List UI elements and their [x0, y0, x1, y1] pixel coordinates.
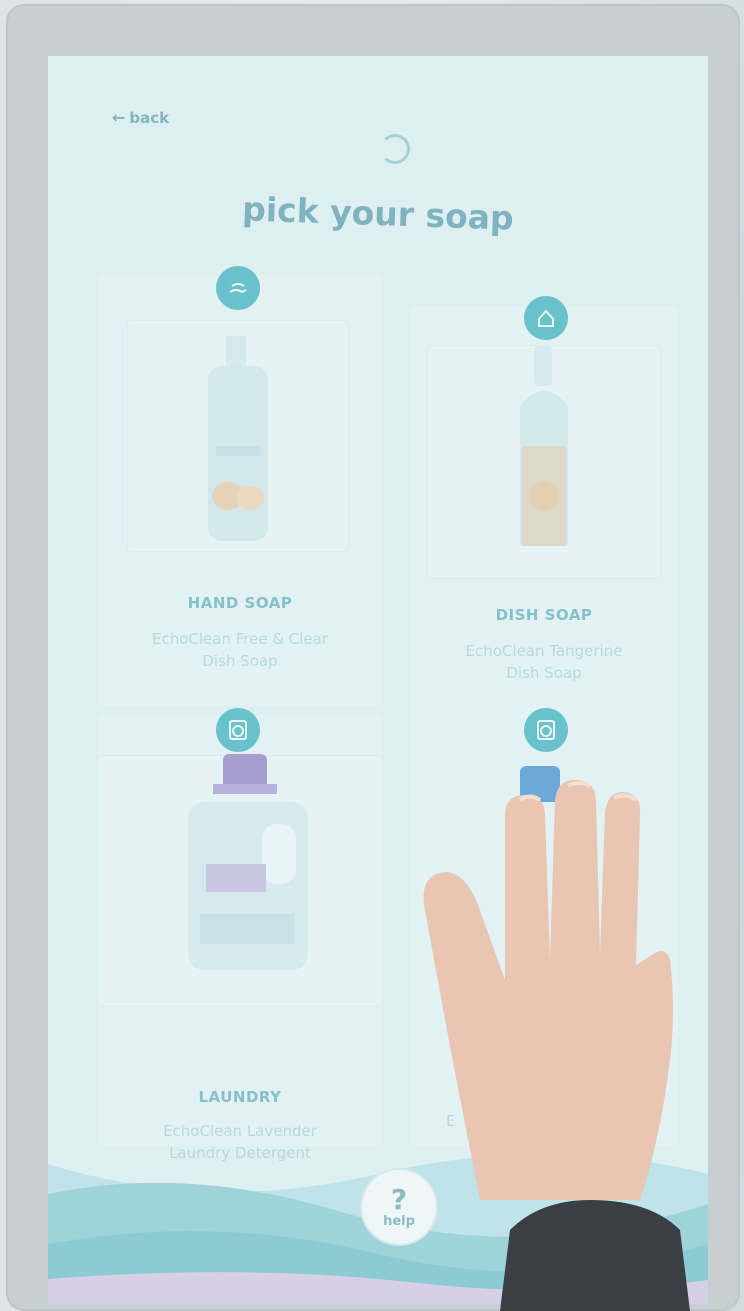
washing-machine-icon [524, 708, 568, 752]
laundry-bottle-image [188, 754, 308, 970]
brand-logo [380, 134, 410, 164]
hand-wash-icon [216, 266, 260, 310]
arrow-left-icon: ← [112, 108, 126, 127]
washing-machine-icon [216, 708, 260, 752]
back-label: back [129, 108, 170, 127]
hand-soap-bottle-image [208, 336, 268, 541]
laundry-bottle-image [520, 766, 560, 802]
dish-icon [524, 296, 568, 340]
page-title: pick your soap [241, 189, 515, 238]
product-name: EchoClean Free & Clear Dish Soap [151, 630, 329, 670]
kiosk-screen: ← back pick your soap HAND SOAP EchoClea… [48, 56, 708, 1304]
product-card-dish-soap[interactable]: DISH SOAP EchoClean Tangerine Dish Soap [410, 296, 678, 736]
question-mark-icon: ? [390, 1182, 408, 1216]
help-button[interactable]: ? help [362, 1170, 436, 1244]
product-category: HAND SOAP [187, 594, 293, 612]
product-name: EchoClean Tangerine Dish Soap [465, 642, 623, 682]
product-card-laundry[interactable]: LAUNDRY EchoClean Lavender Laundry Deter… [98, 708, 382, 1162]
dish-soap-bottle-image [520, 346, 568, 546]
product-card-hand-soap[interactable]: HAND SOAP EchoClean Free & Clear Dish So… [98, 266, 382, 706]
product-category: DISH SOAP [495, 606, 593, 624]
help-label: help [383, 1213, 415, 1229]
product-card-laundry-2[interactable]: E [410, 708, 678, 1146]
back-button[interactable]: ← back [112, 108, 169, 127]
